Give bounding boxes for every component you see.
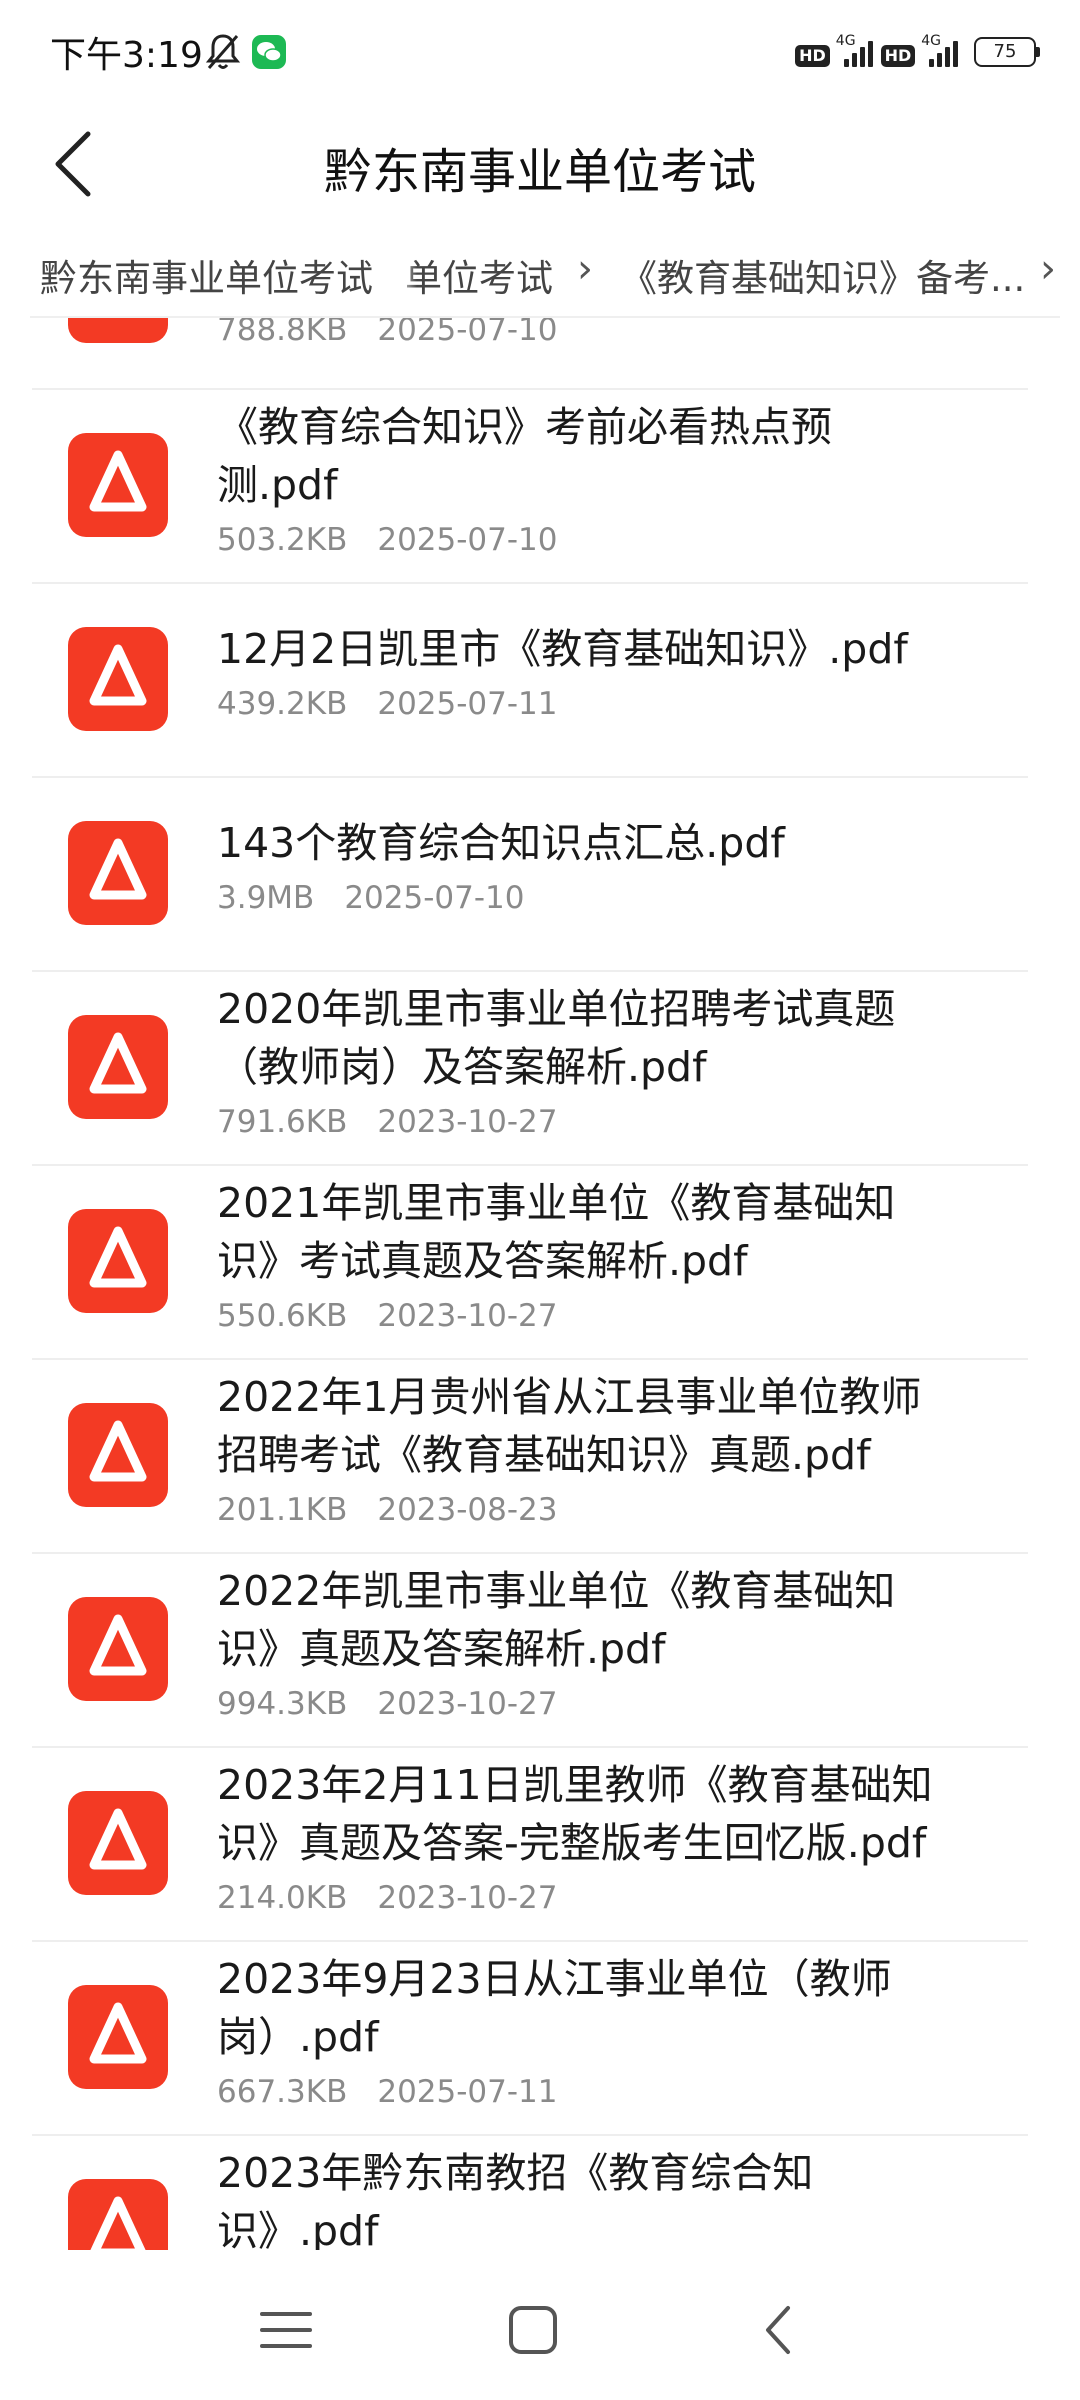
file-list-item[interactable]: 2023年2月11日凯里教师《教育基础知识》真题及答案-完整版考生回忆版.pdf… bbox=[32, 1746, 1028, 1942]
file-name: 2023年黔东南教招《教育综合知识》.pdf bbox=[217, 2149, 814, 2250]
file-list-item[interactable]: 2022年1月贵州省从江县事业单位教师招聘考试《教育基础知识》真题.pdf 20… bbox=[32, 1358, 1028, 1554]
file-name: 2020年凯里市事业单位招聘考试真题（教师岗）及答案解析.pdf bbox=[217, 985, 896, 1091]
pdf-icon bbox=[68, 1985, 168, 2089]
breadcrumb: 黔东南事业单位考试 单位考试 › 《教育基础知识》备考... › bbox=[0, 228, 1080, 318]
breadcrumb-separator-icon: › bbox=[1040, 246, 1056, 292]
pdf-icon bbox=[68, 1403, 168, 1507]
file-date: 2025-07-11 bbox=[377, 686, 558, 722]
breadcrumb-item-folder[interactable]: 单位考试 bbox=[405, 248, 553, 302]
bell-off-icon bbox=[205, 34, 241, 69]
file-name: 2023年9月23日从江事业单位（教师岗）.pdf bbox=[217, 1955, 892, 2061]
file-name: 2022年1月贵州省从江县事业单位教师招聘考试《教育基础知识》真题.pdf bbox=[217, 1373, 922, 1479]
sim2-signal: HD 4G bbox=[880, 33, 958, 67]
file-list-item[interactable]: 2023年9月23日从江事业单位（教师岗）.pdf 667.3KB 2025-07… bbox=[32, 1940, 1028, 2136]
breadcrumb-item-root[interactable]: 黔东南事业单位考试 bbox=[40, 248, 373, 302]
home-square-icon[interactable] bbox=[505, 2302, 561, 2358]
app-header: 黔东南事业单位考试 bbox=[0, 104, 1080, 224]
file-list-item[interactable]: 12月2日凯里市《教育基础知识》.pdf 439.2KB 2025-07-11 bbox=[32, 582, 1028, 778]
file-date: 2023-10-27 bbox=[377, 1880, 558, 1916]
hd-badge: HD bbox=[880, 45, 916, 67]
network-type: 4G bbox=[921, 33, 941, 49]
file-size: 3.9MB bbox=[217, 880, 315, 916]
status-time: 下午3:19 bbox=[50, 35, 203, 76]
hd-badge: HD bbox=[795, 45, 830, 67]
file-size: 201.1KB bbox=[217, 1492, 348, 1528]
file-meta: 3.9MB 2025-07-10 bbox=[217, 880, 525, 916]
menu-icon[interactable] bbox=[258, 2308, 314, 2352]
file-list[interactable]: 788.8KB 2025-07-10 《教育综合知识》考前必看热点预测.pdf 5… bbox=[0, 318, 1080, 2250]
file-list-item[interactable]: 2021年凯里市事业单位《教育基础知识》考试真题及答案解析.pdf 550.6K… bbox=[32, 1164, 1028, 1360]
file-date: 2025-07-11 bbox=[377, 2074, 558, 2110]
file-meta: 214.0KB 2023-10-27 bbox=[217, 1880, 558, 1916]
file-name: 143个教育综合知识点汇总.pdf bbox=[217, 819, 785, 867]
file-list-item[interactable]: 2022年凯里市事业单位《教育基础知识》真题及答案解析.pdf 994.3KB 2… bbox=[32, 1552, 1028, 1748]
pdf-icon bbox=[68, 2179, 168, 2250]
pdf-icon bbox=[68, 318, 168, 343]
network-type: 4G bbox=[835, 33, 856, 49]
page-title: 黔东南事业单位考试 bbox=[323, 144, 756, 200]
status-bar: 下午3:19 HD 4G HD 4G 75 bbox=[0, 0, 1080, 104]
file-meta: 994.3KB 2023-10-27 bbox=[217, 1686, 558, 1722]
file-meta: 791.6KB 2023-10-27 bbox=[217, 1104, 558, 1140]
file-size: 214.0KB bbox=[217, 1880, 348, 1916]
file-size: 550.6KB bbox=[217, 1298, 348, 1334]
file-size: 667.3KB bbox=[217, 2074, 348, 2110]
file-date: 2023-10-27 bbox=[377, 1686, 558, 1722]
file-list-item[interactable]: 788.8KB 2025-07-10 bbox=[32, 318, 1028, 390]
system-nav-bar bbox=[0, 2250, 1080, 2400]
file-list-item[interactable]: 《教育综合知识》考前必看热点预测.pdf 503.2KB 2025-07-10 bbox=[32, 388, 1028, 584]
file-meta: 439.2KB 2025-07-11 bbox=[217, 686, 558, 722]
pdf-icon bbox=[68, 1015, 168, 1119]
file-date: 2025-07-10 bbox=[344, 880, 525, 916]
file-size: 439.2KB bbox=[217, 686, 348, 722]
pdf-icon bbox=[68, 821, 168, 925]
pdf-icon bbox=[68, 1209, 168, 1313]
file-meta: 503.2KB 2025-07-10 bbox=[217, 522, 558, 558]
pdf-icon bbox=[68, 1597, 168, 1701]
pdf-icon bbox=[68, 1791, 168, 1895]
pdf-icon bbox=[68, 627, 168, 731]
file-size: 503.2KB bbox=[217, 522, 348, 558]
file-name: 2022年凯里市事业单位《教育基础知识》真题及答案解析.pdf bbox=[217, 1567, 896, 1673]
file-size: 994.3KB bbox=[217, 1686, 348, 1722]
file-name: 2023年2月11日凯里教师《教育基础知识》真题及答案-完整版考生回忆版.pdf bbox=[217, 1761, 933, 1867]
pdf-icon bbox=[68, 433, 168, 537]
file-date: 2023-10-27 bbox=[377, 1298, 558, 1334]
file-name: 《教育综合知识》考前必看热点预测.pdf bbox=[217, 403, 832, 509]
file-list-item[interactable]: 2020年凯里市事业单位招聘考试真题（教师岗）及答案解析.pdf 791.6KB… bbox=[32, 970, 1028, 1166]
file-name: 2021年凯里市事业单位《教育基础知识》考试真题及答案解析.pdf bbox=[217, 1179, 896, 1285]
file-meta: 550.6KB 2023-10-27 bbox=[217, 1298, 558, 1334]
file-size: 788.8KB bbox=[217, 318, 348, 348]
status-indicators: HD 4G HD 4G 75 bbox=[795, 30, 1040, 74]
file-size: 791.6KB bbox=[217, 1104, 348, 1140]
file-date: 2023-10-27 bbox=[377, 1104, 558, 1140]
sim1-signal: HD 4G bbox=[795, 33, 873, 67]
battery-level: 75 bbox=[974, 37, 1036, 67]
nav-back-icon[interactable] bbox=[758, 2300, 798, 2360]
file-list-item[interactable]: 2023年黔东南教招《教育综合知识》.pdf bbox=[32, 2134, 1028, 2250]
file-meta: 788.8KB 2025-07-10 bbox=[217, 318, 558, 348]
file-date: 2023-08-23 bbox=[377, 1492, 558, 1528]
file-meta: 667.3KB 2025-07-11 bbox=[217, 2074, 558, 2110]
breadcrumb-separator-icon: › bbox=[577, 246, 593, 292]
file-name: 12月2日凯里市《教育基础知识》.pdf bbox=[217, 625, 908, 673]
file-meta: 201.1KB 2023-08-23 bbox=[217, 1492, 558, 1528]
file-date: 2025-07-10 bbox=[377, 318, 558, 348]
file-list-item[interactable]: 143个教育综合知识点汇总.pdf 3.9MB 2025-07-10 bbox=[32, 776, 1028, 972]
breadcrumb-item-current[interactable]: 《教育基础知识》备考... bbox=[620, 248, 1025, 302]
wechat-notification-icon bbox=[252, 35, 286, 69]
battery-icon: 75 bbox=[974, 37, 1040, 67]
file-date: 2025-07-10 bbox=[377, 522, 558, 558]
